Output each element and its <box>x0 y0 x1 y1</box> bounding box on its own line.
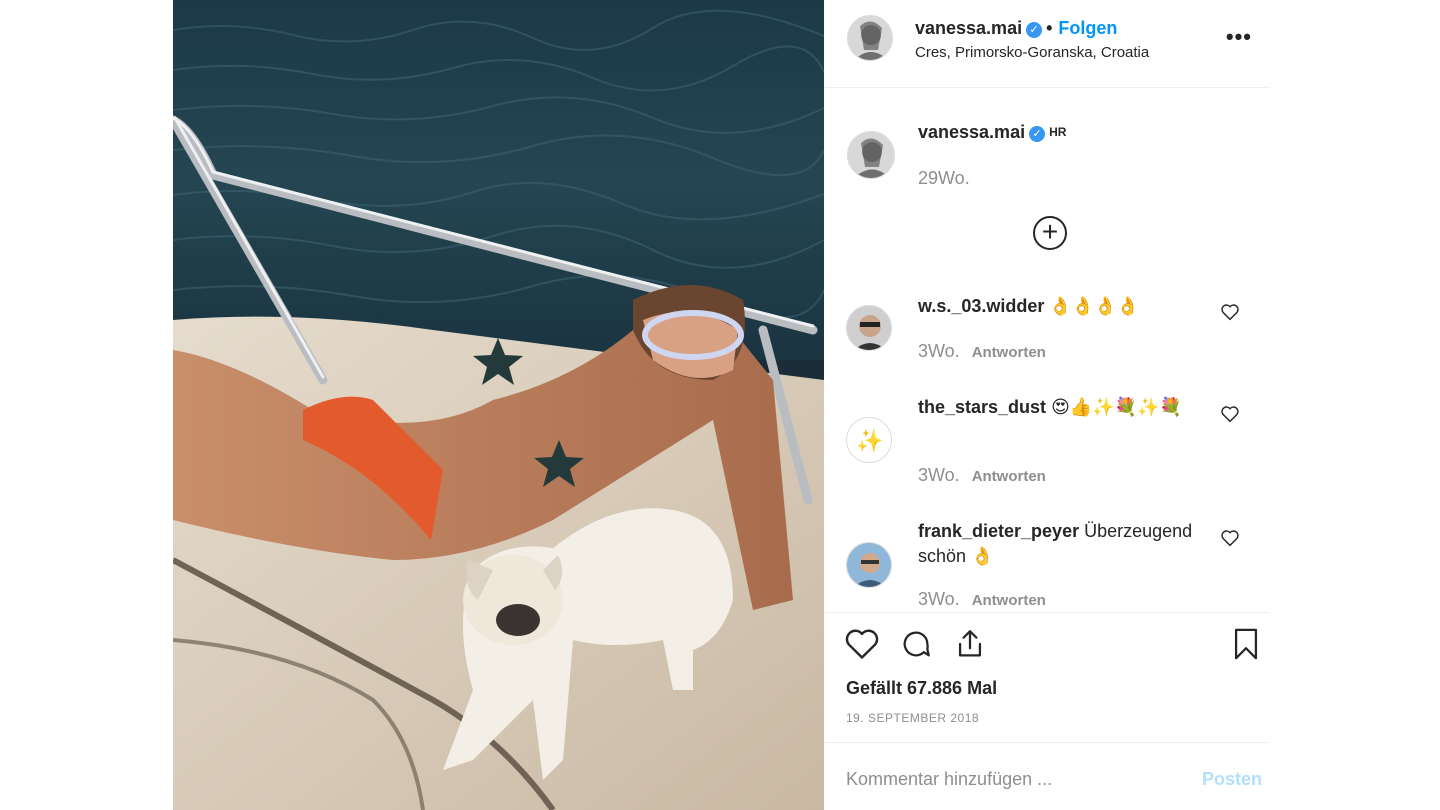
commenter-avatar[interactable] <box>846 542 892 588</box>
comment-icon[interactable] <box>898 627 934 666</box>
bookmark-icon[interactable] <box>1230 627 1262 666</box>
comment-like-heart-icon[interactable] <box>1220 303 1240 326</box>
post-header: vanessa.mai ✓ • Folgen Cres, Primorsko-Gora… <box>824 0 1270 88</box>
comment-time[interactable]: 3Wo. <box>918 589 960 609</box>
reply-button[interactable]: Antworten <box>972 344 1046 361</box>
comment-meta: 3Wo. Antworten <box>918 341 1046 362</box>
location-link[interactable]: Cres, Primorsko-Goranska, Croatia <box>915 44 1149 61</box>
verified-badge-icon: ✓ <box>1029 126 1046 142</box>
comment-time[interactable]: 3Wo. <box>918 465 960 485</box>
share-icon[interactable] <box>952 627 988 666</box>
comment-body: 😍👍✨💐✨💐 <box>1051 397 1182 417</box>
author-avatar[interactable] <box>847 15 893 61</box>
caption-avatar[interactable] <box>847 131 895 179</box>
heart-icon[interactable] <box>844 627 880 666</box>
comment-text: w.s._03.widder 👌👌👌👌 <box>918 294 1208 319</box>
add-comment-icon[interactable]: + <box>1033 216 1067 250</box>
comment-meta: 3Wo. Antworten <box>918 465 1046 486</box>
comment-input[interactable]: Kommentar hinzufügen ... <box>846 769 1052 790</box>
author-line: vanessa.mai ✓ • Folgen <box>915 18 1117 39</box>
svg-text:✨: ✨ <box>856 428 883 453</box>
comment-username[interactable]: w.s._03.widder <box>918 296 1044 316</box>
follow-button[interactable]: Folgen <box>1058 18 1117 38</box>
post-sidebar: vanessa.mai ✓ • Folgen Cres, Primorsko-Gora… <box>824 0 1270 810</box>
caption-flag: HR <box>1049 125 1067 139</box>
verified-badge-icon: ✓ <box>1026 22 1043 38</box>
instagram-post: vanessa.mai ✓ • Folgen Cres, Primorsko-Gora… <box>173 0 1270 810</box>
comment-text: the_stars_dust 😍👍✨💐✨💐 <box>918 395 1208 420</box>
add-comment-bar: Kommentar hinzufügen ... Posten <box>824 742 1270 810</box>
reply-button[interactable]: Antworten <box>972 592 1046 609</box>
comment-username[interactable]: the_stars_dust <box>918 397 1046 417</box>
post-date: 19. SEPTEMBER 2018 <box>846 711 980 725</box>
caption-author: vanessa.mai ✓ HR <box>918 122 1066 143</box>
separator-dot: • <box>1046 18 1053 38</box>
commenter-avatar[interactable]: ✨ <box>846 417 892 463</box>
comment-text: frank_dieter_peyer Überzeugend schön 👌 <box>918 519 1208 569</box>
post-actions: Gefällt 67.886 Mal 19. SEPTEMBER 2018 <box>824 612 1270 742</box>
post-photo[interactable] <box>173 0 824 810</box>
comment-like-heart-icon[interactable] <box>1220 405 1240 428</box>
comment-body: 👌👌👌👌 <box>1049 296 1140 316</box>
comment-like-heart-icon[interactable] <box>1220 529 1240 552</box>
author-username[interactable]: vanessa.mai <box>915 18 1022 38</box>
caption-time[interactable]: 29Wo. <box>918 168 970 189</box>
more-options-icon[interactable]: ••• <box>1226 26 1252 48</box>
comment-time[interactable]: 3Wo. <box>918 341 960 361</box>
commenter-avatar[interactable] <box>846 305 892 351</box>
like-count[interactable]: Gefällt 67.886 Mal <box>846 678 997 699</box>
comment-meta: 3Wo. Antworten <box>918 589 1046 610</box>
caption-username[interactable]: vanessa.mai <box>918 122 1025 142</box>
post-photo-illustration <box>173 0 824 810</box>
reply-button[interactable]: Antworten <box>972 468 1046 485</box>
comment-username[interactable]: frank_dieter_peyer <box>918 521 1079 541</box>
post-comment-button[interactable]: Posten <box>1202 769 1262 790</box>
